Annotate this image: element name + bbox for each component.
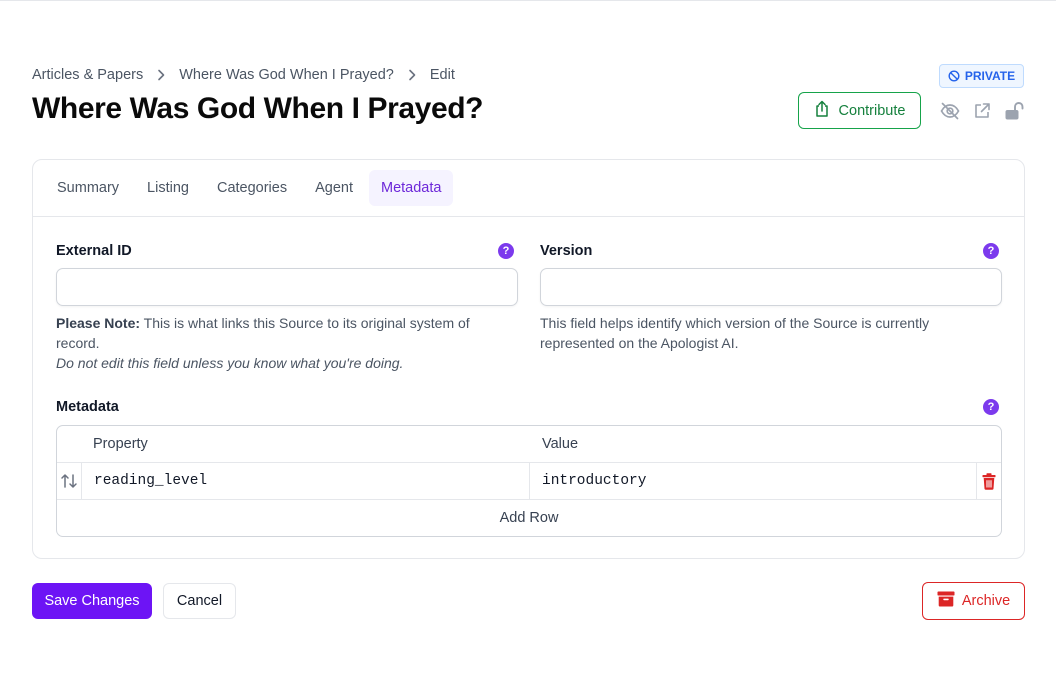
property-cell[interactable]: reading_level	[82, 463, 529, 499]
chevron-right-icon	[394, 69, 430, 81]
reorder-handle-icon[interactable]	[57, 463, 81, 499]
share-upload-icon	[814, 100, 830, 122]
trash-icon[interactable]	[977, 463, 1001, 499]
cancel-button[interactable]: Cancel	[163, 583, 236, 619]
edit-card: Summary Listing Categories Agent Metadat…	[32, 159, 1025, 559]
unlock-icon[interactable]	[1003, 100, 1025, 122]
tab-bar: Summary Listing Categories Agent Metadat…	[33, 160, 1024, 217]
table-header: Property Value	[57, 426, 1001, 463]
external-id-input[interactable]	[56, 268, 518, 306]
contribute-button-label: Contribute	[838, 102, 906, 119]
visibility-badge-label: PRIVATE	[964, 69, 1016, 83]
help-icon[interactable]: ?	[983, 243, 999, 259]
top-divider	[0, 0, 1056, 1]
visibility-badge: PRIVATE	[939, 64, 1024, 88]
note-label: Please Note:	[56, 315, 141, 331]
eye-off-icon[interactable]	[939, 100, 961, 122]
external-id-label: External ID	[56, 243, 132, 259]
tab-summary[interactable]: Summary	[45, 170, 131, 206]
column-header-property: Property	[93, 436, 148, 452]
breadcrumb: Articles & Papers Where Was God When I P…	[32, 66, 455, 84]
page-title: Where Was God When I Prayed?	[32, 92, 484, 125]
column-header-value: Value	[542, 436, 579, 452]
value-cell[interactable]: introductory	[530, 463, 976, 499]
note-warning: Do not edit this field unless you know w…	[56, 355, 404, 371]
metadata-table: Property Value reading_level introductor…	[56, 425, 1002, 537]
version-help-text: This field helps identify which version …	[540, 315, 930, 351]
save-button[interactable]: Save Changes	[32, 583, 152, 619]
breadcrumb-item-articles[interactable]: Articles & Papers	[32, 67, 143, 83]
metadata-label: Metadata	[56, 399, 119, 415]
version-input[interactable]	[540, 268, 1002, 306]
archive-icon	[937, 591, 955, 611]
table-row: reading_level introductory	[57, 463, 1001, 500]
add-row-button[interactable]: Add Row	[57, 500, 1001, 536]
contribute-button[interactable]: Contribute	[798, 92, 921, 129]
breadcrumb-item-edit: Edit	[429, 67, 455, 83]
tab-agent[interactable]: Agent	[303, 170, 365, 206]
tab-metadata[interactable]: Metadata	[369, 170, 454, 206]
external-link-icon[interactable]	[971, 100, 993, 122]
version-label: Version	[540, 243, 593, 259]
chevron-right-icon	[143, 69, 179, 81]
tab-categories[interactable]: Categories	[205, 170, 299, 206]
breadcrumb-item-source[interactable]: Where Was God When I Prayed?	[179, 67, 394, 83]
archive-button[interactable]: Archive	[922, 582, 1025, 620]
archive-button-label: Archive	[961, 593, 1011, 609]
tab-listing[interactable]: Listing	[135, 170, 201, 206]
help-icon[interactable]: ?	[498, 243, 514, 259]
help-icon[interactable]: ?	[983, 399, 999, 415]
ban-icon	[948, 70, 960, 82]
external-id-help-text: Please Note: This is what links this Sou…	[56, 313, 511, 373]
